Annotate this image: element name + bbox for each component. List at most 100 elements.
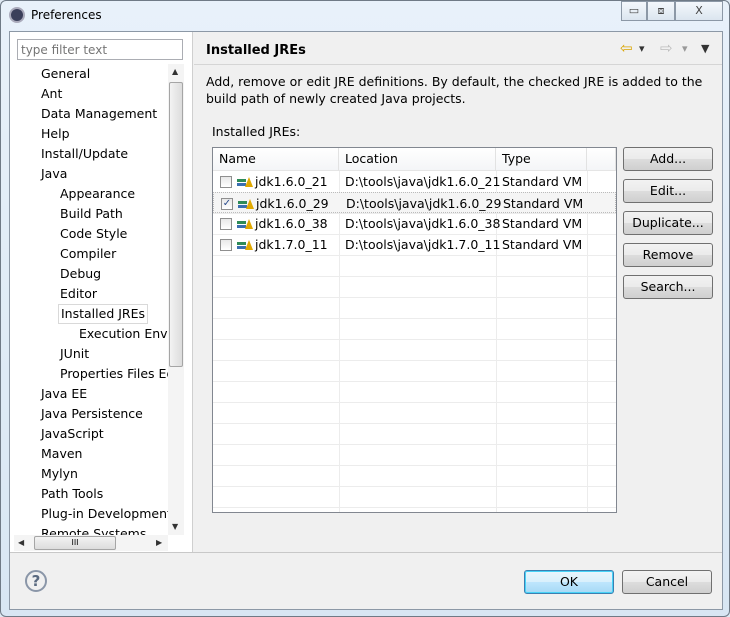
- horizontal-scroll-thumb[interactable]: III: [34, 536, 116, 550]
- page-description: Add, remove or edit JRE definitions. By …: [206, 74, 703, 106]
- edit-button[interactable]: Edit...: [623, 179, 713, 203]
- maximize-button[interactable]: ⧈: [647, 1, 675, 21]
- tree-item[interactable]: Properties Files Ed: [58, 364, 168, 384]
- jre-location: D:\tools\java\jdk1.6.0_38: [345, 216, 501, 231]
- jre-library-icon: [238, 199, 254, 209]
- grid-line: [213, 423, 616, 424]
- title-bar: Preferences: [9, 7, 102, 23]
- column-header-filler: [587, 148, 616, 171]
- title-separator: [194, 64, 722, 65]
- eclipse-icon: [9, 7, 25, 23]
- cancel-button[interactable]: Cancel: [622, 570, 712, 594]
- tree-item[interactable]: Mylyn: [39, 464, 80, 484]
- page-panel: Installed JREs ⇦ ▾ ⇨ ▾ ▼ Add, remove or …: [194, 32, 722, 552]
- jre-type: Standard VM: [503, 196, 584, 211]
- grid-line: [213, 360, 616, 361]
- jre-name: jdk1.6.0_29: [256, 196, 329, 211]
- grid-line: [213, 444, 616, 445]
- tree-item[interactable]: Build Path: [58, 204, 125, 224]
- sidebar: GeneralAntData ManagementHelpInstall/Upd…: [10, 32, 193, 552]
- tree-horizontal-scrollbar[interactable]: ◀ III ▶: [14, 535, 168, 551]
- back-arrow-icon[interactable]: ⇦: [620, 39, 633, 57]
- tree-item[interactable]: Editor: [58, 284, 99, 304]
- jre-row[interactable]: jdk1.6.0_38 D:\tools\java\jdk1.6.0_38 St…: [213, 213, 616, 234]
- grid-line: [213, 339, 616, 340]
- jre-checkbox[interactable]: [220, 218, 232, 230]
- tree-item[interactable]: JUnit: [58, 344, 91, 364]
- tree-item[interactable]: Path Tools: [39, 484, 105, 504]
- footer-separator: [10, 552, 722, 553]
- tree-item[interactable]: Code Style: [58, 224, 129, 244]
- grid-line: [213, 486, 616, 487]
- scroll-up-arrow-icon[interactable]: ▲: [172, 67, 178, 76]
- grid-line: [213, 255, 616, 256]
- grid-line: [213, 318, 616, 319]
- jre-name: jdk1.6.0_38: [255, 216, 328, 231]
- jre-library-icon: [237, 219, 253, 229]
- remove-button[interactable]: Remove: [623, 243, 713, 267]
- scroll-left-arrow-icon[interactable]: ◀: [18, 538, 24, 547]
- jre-row[interactable]: jdk1.7.0_11 D:\tools\java\jdk1.7.0_11 St…: [213, 234, 616, 255]
- tree-item[interactable]: Debug: [58, 264, 103, 284]
- help-icon[interactable]: ?: [25, 570, 47, 592]
- column-header-type[interactable]: Type: [496, 148, 587, 171]
- tree-item[interactable]: Installed JREs: [58, 304, 149, 324]
- vertical-scroll-thumb[interactable]: [169, 82, 183, 367]
- tree-item[interactable]: Java: [39, 164, 69, 184]
- tree-item[interactable]: General: [39, 64, 92, 84]
- tree-vertical-scrollbar[interactable]: ▲ ▼: [168, 64, 184, 535]
- jre-name: jdk1.7.0_11: [255, 237, 328, 252]
- jre-location: D:\tools\java\jdk1.6.0_29: [346, 196, 502, 211]
- jre-list-label: Installed JREs:: [212, 124, 301, 139]
- tree-item[interactable]: Compiler: [58, 244, 118, 264]
- jre-type: Standard VM: [502, 237, 583, 252]
- jre-row[interactable]: jdk1.6.0_21 D:\tools\java\jdk1.6.0_21 St…: [213, 171, 616, 192]
- tree-item[interactable]: Help: [39, 124, 72, 144]
- jre-location: D:\tools\java\jdk1.6.0_21: [345, 174, 501, 189]
- view-menu-icon[interactable]: ▼: [701, 42, 709, 55]
- jre-checkbox[interactable]: [220, 239, 232, 251]
- grid-line: [213, 402, 616, 403]
- tree-item[interactable]: Java Persistence: [39, 404, 145, 424]
- ok-button[interactable]: OK: [524, 570, 614, 594]
- close-button[interactable]: X: [675, 1, 723, 21]
- tree-item[interactable]: Appearance: [58, 184, 137, 204]
- grid-line: [213, 507, 616, 508]
- page-title: Installed JREs: [206, 43, 306, 58]
- scroll-down-arrow-icon[interactable]: ▼: [172, 522, 178, 531]
- tree-item[interactable]: JavaScript: [39, 424, 106, 444]
- tree-item[interactable]: Java EE: [39, 384, 89, 404]
- search-button[interactable]: Search...: [623, 275, 713, 299]
- window-title: Preferences: [31, 8, 102, 22]
- preference-tree: General Ant Data Management Help Install/Upd…: [14, 64, 168, 535]
- tree-item[interactable]: Install/Update: [39, 144, 130, 164]
- tree-item[interactable]: Ant: [39, 84, 64, 104]
- tree-item[interactable]: Remote Systems: [39, 524, 148, 535]
- tree-item[interactable]: Plug-in Development: [39, 504, 168, 524]
- tree-item[interactable]: Execution Envir: [77, 324, 168, 344]
- forward-menu-icon: ▾: [682, 42, 688, 55]
- grid-line: [213, 276, 616, 277]
- jre-name: jdk1.6.0_21: [255, 174, 328, 189]
- jre-table: Name Location Type jdk1.6.0_21 D:\tools\…: [212, 147, 617, 513]
- preferences-window: Preferences ▭ ⧈ X GeneralAntData Managem…: [0, 0, 730, 617]
- add-button[interactable]: Add...: [623, 147, 713, 171]
- tree-item[interactable]: Maven: [39, 444, 84, 464]
- scroll-right-arrow-icon[interactable]: ▶: [156, 538, 162, 547]
- grid-line: [213, 381, 616, 382]
- back-menu-icon[interactable]: ▾: [639, 42, 645, 55]
- jre-checkbox[interactable]: [220, 176, 232, 188]
- grid-line: [213, 465, 616, 466]
- minimize-button[interactable]: ▭: [621, 1, 647, 21]
- jre-type: Standard VM: [502, 174, 583, 189]
- filter-input[interactable]: [17, 39, 183, 60]
- column-header-name[interactable]: Name: [213, 148, 339, 171]
- column-header-location[interactable]: Location: [339, 148, 496, 171]
- jre-row[interactable]: ✓ jdk1.6.0_29 D:\tools\java\jdk1.6.0_29 …: [213, 192, 616, 213]
- jre-location: D:\tools\java\jdk1.7.0_11: [345, 237, 501, 252]
- jre-checkbox[interactable]: ✓: [221, 198, 233, 210]
- jre-type: Standard VM: [502, 216, 583, 231]
- grid-line: [213, 297, 616, 298]
- duplicate-button[interactable]: Duplicate...: [623, 211, 713, 235]
- tree-item[interactable]: Data Management: [39, 104, 159, 124]
